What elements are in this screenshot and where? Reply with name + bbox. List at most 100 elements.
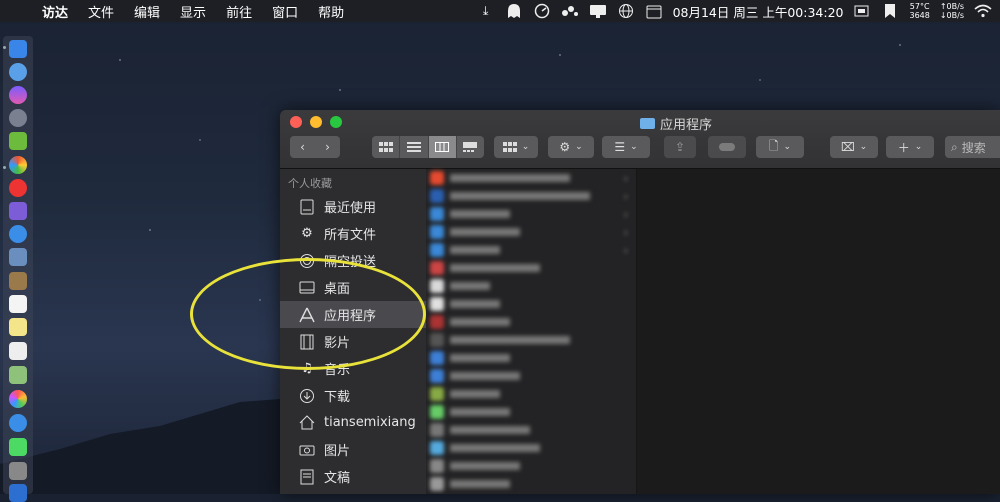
app-icon [430,171,444,185]
minimize-button[interactable] [310,116,322,128]
keynote-icon[interactable] [9,484,27,502]
list-view-button[interactable] [400,136,429,158]
file-row[interactable]: › [426,169,636,187]
reminders-icon[interactable] [9,342,27,360]
safari-icon[interactable] [9,225,27,243]
network-readout[interactable]: ↑0B/s ↓0B/s [940,2,964,20]
file-row[interactable] [426,295,636,313]
sidebar-item-desktop[interactable]: 桌面 [280,274,426,301]
file-row[interactable] [426,259,636,277]
siri-icon[interactable] [9,86,27,104]
sidebar-item-label: 下载 [324,390,351,405]
file-name-blurred [450,372,520,380]
file-row[interactable] [426,331,636,349]
action-button[interactable]: ⚙ ⌄ [548,136,594,158]
maps-icon[interactable] [9,366,27,384]
sidebar-item-music[interactable]: ♫ 音乐 [280,355,426,382]
sidebar-item-applications[interactable]: 应用程序 [280,301,426,328]
menu-view[interactable]: 显示 [170,2,216,21]
file-row[interactable] [426,277,636,295]
purple-app-icon[interactable] [9,202,27,220]
system-preferences-icon[interactable] [9,462,27,480]
app-store-icon[interactable] [9,63,27,81]
facetime-icon[interactable] [9,438,27,456]
menu-go[interactable]: 前往 [216,2,262,21]
calendar-dock-icon[interactable] [9,295,27,313]
temp-fan-readout[interactable]: 57°C 3648 [909,2,929,20]
tags-button[interactable] [708,136,746,158]
file-row[interactable] [426,475,636,493]
datetime-text[interactable]: 08月14日 周三 上午00:34:20 [673,2,844,21]
sidebar-item-label: 隔空投送 [324,255,377,270]
file-row[interactable] [426,367,636,385]
chrome-icon[interactable] [9,156,27,174]
sidebar-item-home[interactable]: tiansemixiang [280,409,426,436]
calendar-icon[interactable] [645,3,663,19]
gallery-view-button[interactable] [457,136,484,158]
launchpad-icon[interactable] [9,109,27,127]
sidebar-item-label: 应用程序 [324,309,377,324]
menu-finder[interactable]: 访达 [32,2,78,21]
file-row[interactable]: › [426,241,636,259]
app-icon [430,315,444,329]
download-status-icon[interactable]: ⤓ [477,3,495,19]
red-app-icon[interactable] [9,179,27,197]
file-row[interactable] [426,313,636,331]
file-row[interactable] [426,385,636,403]
file-row[interactable] [426,457,636,475]
battery-like-icon[interactable] [853,3,871,19]
file-row[interactable] [426,403,636,421]
add-button[interactable]: ＋ ⌄ [886,136,934,158]
file-row[interactable]: › [426,205,636,223]
photos-icon[interactable] [9,390,27,408]
close-button[interactable] [290,116,302,128]
android-icon[interactable] [9,132,27,150]
wifi-icon[interactable] [974,3,992,19]
forward-button[interactable]: › [325,140,330,154]
icon-view-button[interactable] [372,136,401,158]
app-menu-button[interactable]: ⌧ ⌄ [830,136,878,158]
arrange-button[interactable]: ☰ ⌄ [602,136,650,158]
gauge-icon[interactable] [533,3,551,19]
group-button[interactable]: ⌄ [494,136,538,158]
dots-icon[interactable] [561,3,579,19]
ghost-icon[interactable] [505,3,523,19]
sidebar-item-airdrop[interactable]: 隔空投送 [280,247,426,274]
file-row[interactable]: › [426,187,636,205]
airdrop-icon [298,252,316,270]
column-view-button[interactable] [428,136,457,158]
globe-icon[interactable] [617,3,635,19]
notes-brown-icon[interactable] [9,272,27,290]
menu-help[interactable]: 帮助 [308,2,354,21]
share-button[interactable]: ⇪ [664,136,696,158]
sidebar-item-movies[interactable]: 影片 [280,328,426,355]
zoom-button[interactable] [330,116,342,128]
app-icon [430,351,444,365]
menu-window[interactable]: 窗口 [262,2,308,21]
messages-icon[interactable] [9,414,27,432]
nav-buttons: ‹ › [290,136,340,158]
menu-edit[interactable]: 编辑 [124,2,170,21]
sidebar-item-all-files[interactable]: ⚙ 所有文件 [280,220,426,247]
app-icon [430,369,444,383]
finder-icon[interactable] [9,40,27,58]
sidebar-item-downloads[interactable]: 下载 [280,382,426,409]
gear-icon: ⚙ [559,140,571,154]
search-field[interactable]: ⌕ 搜索 [945,136,1000,158]
bookmark-icon[interactable] [881,3,899,19]
menu-file[interactable]: 文件 [78,2,124,21]
chevron-right-icon: › [623,171,628,185]
file-row[interactable]: › [426,223,636,241]
file-row[interactable] [426,439,636,457]
documents-icon [298,468,316,486]
file-row[interactable] [426,421,636,439]
sidebar-item-pictures[interactable]: 图片 [280,436,426,463]
back-button[interactable]: ‹ [300,140,305,154]
preview-icon[interactable] [9,248,27,266]
sidebar-item-documents[interactable]: 文稿 [280,463,426,490]
new-document-button[interactable]: 🗋 ⌄ [756,136,804,158]
sidebar-item-recents[interactable]: 最近使用 [280,193,426,220]
file-row[interactable] [426,349,636,367]
notes-icon[interactable] [9,318,27,336]
display-icon[interactable] [589,3,607,19]
